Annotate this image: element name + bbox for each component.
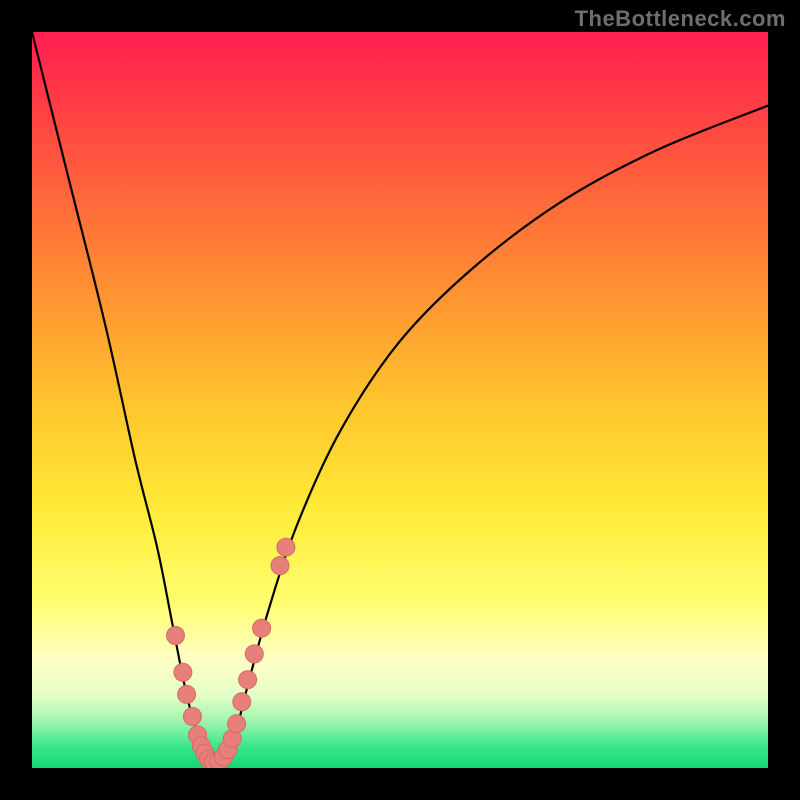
- bottleneck-curve-path: [32, 32, 768, 767]
- highlighted-points: [167, 538, 295, 768]
- marker-point: [228, 715, 246, 733]
- bottleneck-curve-svg: [32, 32, 768, 768]
- marker-point: [204, 753, 222, 768]
- marker-point: [233, 693, 251, 711]
- marker-point: [200, 750, 218, 768]
- marker-point: [167, 627, 185, 645]
- plot-area: [32, 32, 768, 768]
- marker-point: [210, 752, 228, 768]
- marker-point: [174, 663, 192, 681]
- marker-point: [196, 744, 214, 762]
- marker-point: [192, 737, 210, 755]
- marker-point: [214, 748, 232, 766]
- marker-point: [223, 730, 241, 748]
- marker-point: [239, 671, 257, 689]
- watermark-text: TheBottleneck.com: [575, 6, 786, 32]
- marker-point: [219, 741, 237, 759]
- marker-point: [277, 538, 295, 556]
- chart-frame: TheBottleneck.com: [0, 0, 800, 800]
- marker-point: [245, 645, 263, 663]
- marker-point: [178, 685, 196, 703]
- marker-point: [253, 619, 271, 637]
- marker-point: [271, 557, 289, 575]
- marker-point: [183, 708, 201, 726]
- marker-point: [189, 726, 207, 744]
